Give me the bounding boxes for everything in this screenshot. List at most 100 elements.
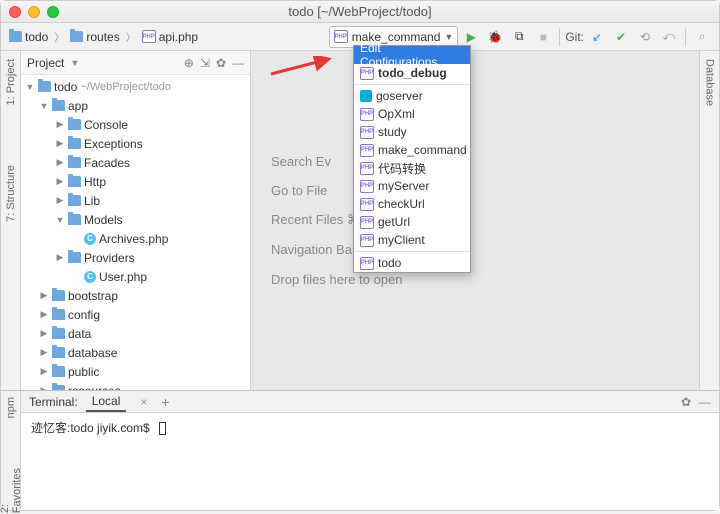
dropdown-item[interactable]: PHP代码转换 <box>354 159 470 177</box>
expand-right-icon[interactable]: ▶ <box>55 138 65 149</box>
tree-row[interactable]: ▶data <box>21 324 250 343</box>
hint-drop: Drop files here to open <box>271 272 403 287</box>
git-revert-icon[interactable]: ⤺ <box>658 26 680 48</box>
tree-row[interactable]: ▶bootstrap <box>21 286 250 305</box>
window-title: todo [~/WebProject/todo] <box>1 4 719 19</box>
favorites-tool-button[interactable]: 2: Favorites <box>0 468 23 513</box>
folder-icon <box>68 119 81 130</box>
tree-row[interactable]: ▶ Facades <box>21 153 250 172</box>
hide-icon[interactable]: — <box>699 395 711 409</box>
add-terminal-button[interactable]: + <box>161 394 169 410</box>
search-icon[interactable]: ⌕ <box>691 26 713 48</box>
git-update-icon[interactable]: ↙ <box>586 26 608 48</box>
gear-icon[interactable]: ✿ <box>681 395 691 409</box>
stop-button[interactable]: ■ <box>532 26 554 48</box>
breadcrumb-item[interactable]: todo <box>7 29 50 45</box>
tree-row[interactable]: ▼ app <box>21 96 250 115</box>
breadcrumb-item[interactable]: routes <box>68 29 121 45</box>
dropdown-item-label: getUrl <box>378 215 410 229</box>
database-tool-button[interactable]: Database <box>704 59 716 106</box>
terminal-tab-close[interactable]: × <box>134 393 153 411</box>
sidebar-header: Project ▼ ⊕ ⇲ ✿ — <box>21 51 250 75</box>
collapse-icon[interactable]: ⇲ <box>200 56 210 70</box>
tree-label: Console <box>84 118 128 132</box>
tree-row[interactable]: ▼Models <box>21 210 250 229</box>
git-history-icon[interactable]: ⟲ <box>634 26 656 48</box>
expand-right-icon[interactable]: ▶ <box>55 195 65 206</box>
terminal-tab-local[interactable]: Local <box>86 392 127 412</box>
tree-row[interactable]: ▶ Exceptions <box>21 134 250 153</box>
dropdown-item[interactable]: PHPmake_command <box>354 141 470 159</box>
tree-row[interactable]: ▶ Providers <box>21 248 250 267</box>
debug-button[interactable]: 🐞 <box>484 26 506 48</box>
expand-right-icon[interactable]: ▶ <box>55 119 65 130</box>
expand-right-icon[interactable]: ▶ <box>39 309 49 320</box>
expand-down-icon[interactable]: ▼ <box>39 101 49 111</box>
folder-icon <box>52 347 65 358</box>
expand-right-icon[interactable]: ▶ <box>39 347 49 358</box>
tree-label: todo <box>54 80 77 94</box>
dropdown-item[interactable]: PHPmyServer <box>354 177 470 195</box>
hide-icon[interactable]: — <box>232 56 244 70</box>
tree-label: app <box>68 99 88 113</box>
expand-right-icon[interactable]: ▶ <box>39 290 49 301</box>
separator <box>354 251 470 252</box>
breadcrumb-label: api.php <box>159 30 198 44</box>
dropdown-edit-configs[interactable]: Edit Configurations... <box>354 46 470 64</box>
tree-row[interactable]: ▶ config <box>21 305 250 324</box>
project-tree[interactable]: ▼todo ~/WebProject/todo▼app▶Console▶Exce… <box>21 75 250 390</box>
tree-label: Providers <box>84 251 135 265</box>
dropdown-item[interactable]: PHPgetUrl <box>354 213 470 231</box>
breadcrumb-item[interactable]: PHPapi.php <box>140 29 200 45</box>
dropdown-item-label: 代码转换 <box>378 160 426 177</box>
folder-icon <box>68 157 81 168</box>
select-opened-icon[interactable]: ⊕ <box>184 56 194 70</box>
expand-right-icon[interactable]: ▶ <box>39 328 49 339</box>
run-config-dropdown[interactable]: Edit Configurations...PHPtodo_debuggoser… <box>353 45 471 273</box>
tree-row[interactable]: ▶resources <box>21 381 250 390</box>
dropdown-item-label: checkUrl <box>378 197 425 211</box>
expand-right-icon[interactable]: ▶ <box>39 385 49 390</box>
tree-row[interactable]: ▶public <box>21 362 250 381</box>
dropdown-item[interactable]: PHPtodo <box>354 254 470 272</box>
tree-label: database <box>68 346 117 360</box>
editor-empty-state: Search Ev Go to File Recent Files ⌘E Nav… <box>251 51 699 390</box>
titlebar: todo [~/WebProject/todo] <box>1 1 719 23</box>
terminal-prompt: 迹忆客:todo jiyik.com$ <box>31 421 150 435</box>
coverage-button[interactable]: ⧉ <box>508 26 530 48</box>
dropdown-item-label: todo <box>378 256 401 270</box>
tree-label: config <box>68 308 100 322</box>
tree-row[interactable]: ▶ Lib <box>21 191 250 210</box>
terminal-content[interactable]: 迹忆客:todo jiyik.com$ <box>21 413 719 510</box>
dropdown-item[interactable]: goserver <box>354 87 470 105</box>
expand-down-icon[interactable]: ▼ <box>25 82 35 92</box>
folder-icon <box>52 309 65 320</box>
chevron-down-icon[interactable]: ▼ <box>70 58 79 68</box>
expand-right-icon[interactable]: ▶ <box>55 176 65 187</box>
dropdown-item[interactable]: PHPmyClient <box>354 231 470 249</box>
tree-label: Lib <box>84 194 100 208</box>
tree-row[interactable]: CArchives.php <box>21 229 250 248</box>
tree-label: Exceptions <box>84 137 143 151</box>
terminal-title: Terminal: <box>29 395 78 409</box>
php-icon: PHP <box>360 198 374 211</box>
gear-icon[interactable]: ✿ <box>216 56 226 70</box>
expand-right-icon[interactable]: ▶ <box>55 252 65 263</box>
tree-row[interactable]: CUser.php <box>21 267 250 286</box>
tree-row[interactable]: ▶Http <box>21 172 250 191</box>
expand-down-icon[interactable]: ▼ <box>55 215 65 225</box>
dropdown-item[interactable]: PHPOpXml <box>354 105 470 123</box>
expand-right-icon[interactable]: ▶ <box>55 157 65 168</box>
npm-tool-button[interactable]: npm <box>5 397 17 418</box>
tree-row[interactable]: ▼todo ~/WebProject/todo <box>21 77 250 96</box>
project-tool-button[interactable]: 1: Project <box>5 59 17 105</box>
git-commit-icon[interactable]: ✔ <box>610 26 632 48</box>
dropdown-item[interactable]: PHPstudy <box>354 123 470 141</box>
tree-row[interactable]: ▶ Console <box>21 115 250 134</box>
class-icon: C <box>84 271 96 283</box>
dropdown-item[interactable]: PHP checkUrl <box>354 195 470 213</box>
expand-right-icon[interactable]: ▶ <box>39 366 49 377</box>
structure-tool-button[interactable]: 7: Structure <box>5 165 17 222</box>
tree-row[interactable]: ▶ database <box>21 343 250 362</box>
tree-label: Facades <box>84 156 130 170</box>
